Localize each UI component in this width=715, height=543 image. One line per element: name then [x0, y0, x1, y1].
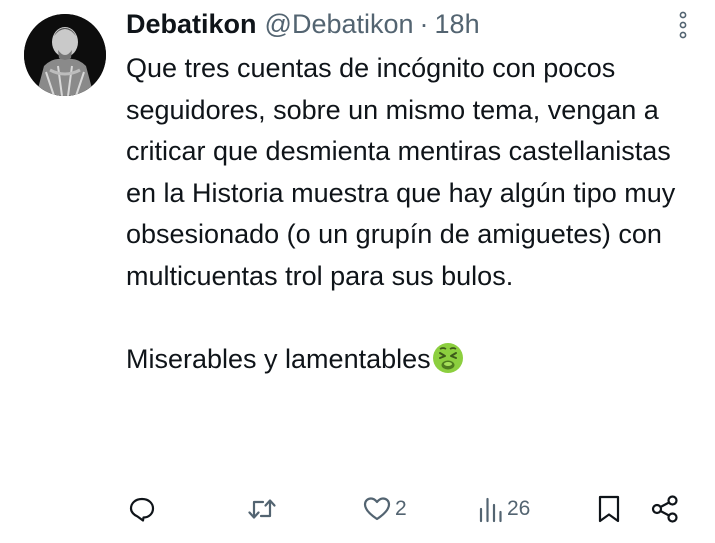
bookmark-icon: [596, 494, 622, 524]
tweet-paragraph-1: Que tres cuentas de incógnito con pocos …: [126, 53, 676, 291]
avatar-image: [24, 14, 106, 96]
tweet: Debatikon @Debatikon · 18h Que tres cuen…: [0, 0, 715, 543]
views-icon: [478, 495, 504, 523]
retweet-button[interactable]: [246, 492, 278, 526]
reply-icon: [128, 495, 156, 523]
share-icon: [650, 494, 680, 524]
share-button[interactable]: [650, 492, 680, 526]
retweet-icon: [246, 495, 278, 523]
tweet-paragraph-2-text: Miserables y lamentables: [126, 343, 431, 374]
more-vertical-icon: [679, 11, 687, 39]
tweet-paragraph-2: Miserables y lamentables: [126, 339, 696, 387]
nauseated-face-emoji: [432, 342, 464, 387]
views-count: 26: [507, 497, 531, 520]
user-handle[interactable]: @Debatikon: [265, 8, 414, 40]
reply-button[interactable]: [128, 492, 156, 526]
avatar[interactable]: [24, 14, 106, 96]
heart-icon: [362, 495, 392, 523]
bookmark-button[interactable]: [596, 492, 622, 526]
more-options-button[interactable]: [668, 10, 698, 40]
like-button[interactable]: 2: [362, 492, 407, 526]
separator-dot: ·: [419, 9, 429, 39]
timestamp[interactable]: 18h: [435, 8, 480, 40]
tweet-text: Que tres cuentas de incógnito con pocos …: [126, 48, 696, 386]
display-name[interactable]: Debatikon: [126, 8, 257, 40]
like-count: 2: [395, 497, 407, 520]
tweet-header: Debatikon @Debatikon · 18h: [126, 8, 480, 40]
views-button[interactable]: 26: [478, 492, 530, 526]
